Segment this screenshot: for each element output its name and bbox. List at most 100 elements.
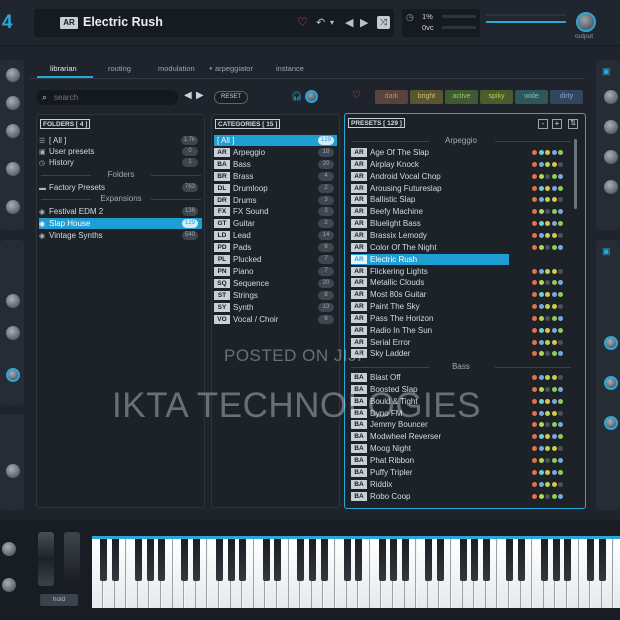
category-item[interactable]: BA Bass 20 xyxy=(214,159,337,170)
black-key[interactable] xyxy=(262,539,270,581)
black-key[interactable] xyxy=(459,539,467,581)
side-knob[interactable] xyxy=(604,90,618,104)
side-knob[interactable] xyxy=(2,542,16,556)
search-box[interactable]: ⌕ xyxy=(36,90,178,105)
output-knob[interactable] xyxy=(576,12,596,32)
tag-filter-active[interactable]: active xyxy=(445,90,478,104)
category-item[interactable]: PD Pads 6 xyxy=(214,242,337,253)
side-knob-active[interactable] xyxy=(6,368,20,382)
category-item[interactable]: VO Vocal / Choir 6 xyxy=(214,314,337,325)
black-key[interactable] xyxy=(517,539,525,581)
tab-modulation[interactable]: modulation xyxy=(158,64,195,73)
preset-item[interactable]: AR Bluelight Bass xyxy=(351,218,576,229)
black-key[interactable] xyxy=(424,539,432,581)
preset-item[interactable]: AR Arousing Futureslap xyxy=(351,183,576,194)
category-item[interactable]: LD Lead 14 xyxy=(214,230,337,241)
preset-item[interactable]: AR Color Of The Night xyxy=(351,242,576,253)
preset-item[interactable]: AR Paint The Sky xyxy=(351,301,576,312)
preset-name[interactable]: Electric Rush xyxy=(83,15,163,29)
black-key[interactable] xyxy=(343,539,351,581)
black-key[interactable] xyxy=(111,539,119,581)
black-key[interactable] xyxy=(239,539,247,581)
black-key[interactable] xyxy=(146,539,154,581)
pitch-wheel[interactable] xyxy=(38,532,54,586)
black-key[interactable] xyxy=(158,539,166,581)
undo-icon[interactable]: ↶ xyxy=(316,16,325,29)
preset-item[interactable]: AR Age Of The Slap xyxy=(351,147,576,158)
side-knob-active[interactable] xyxy=(604,416,618,430)
tag-filter-dark[interactable]: dark xyxy=(375,90,408,104)
category-item[interactable]: [ All ] 129 xyxy=(214,135,337,146)
preset-item[interactable]: AR Android Vocal Chop xyxy=(351,171,576,182)
side-knob[interactable] xyxy=(6,162,20,176)
settings-gear-icon[interactable]: ▣ xyxy=(602,66,611,77)
preset-item[interactable]: AR Serial Error xyxy=(351,337,576,348)
category-item[interactable]: FX FX Sound 3 xyxy=(214,206,337,217)
category-item[interactable]: SY Synth 13 xyxy=(214,302,337,313)
tag-filter-spiky[interactable]: spiky xyxy=(480,90,513,104)
expansion-item-festival-edm-2[interactable]: ◉ Festival EDM 2 136 xyxy=(39,206,202,217)
black-key[interactable] xyxy=(482,539,490,581)
reset-button[interactable]: RESET xyxy=(214,91,248,104)
preset-item[interactable]: AR Beefy Machine xyxy=(351,206,576,217)
favorite-heart-icon[interactable]: ♡ xyxy=(297,15,308,29)
white-key[interactable] xyxy=(614,539,620,608)
side-knob[interactable] xyxy=(604,150,618,164)
preset-item[interactable]: AR Radio In The Sun xyxy=(351,325,576,336)
preset-item[interactable]: BA Blast Off xyxy=(351,372,576,383)
side-knob[interactable] xyxy=(6,464,20,478)
preset-item[interactable]: BA Puffy Tripler xyxy=(351,467,576,478)
preset-item[interactable]: BA Moog Night xyxy=(351,443,576,454)
black-key[interactable] xyxy=(598,539,606,581)
filter-next-icon[interactable]: ▶ xyxy=(196,90,204,101)
preset-item[interactable]: AR Most 80s Guitar xyxy=(351,289,576,300)
filter-prev-icon[interactable]: ◀ xyxy=(184,90,192,101)
tag-filter-wide[interactable]: wide xyxy=(515,90,548,104)
category-item[interactable]: AR Arpeggio 18 xyxy=(214,147,337,158)
side-knob-active[interactable] xyxy=(604,336,618,350)
expansion-item-vintage-synths[interactable]: ◉ Vintage Synths 540 xyxy=(39,230,202,241)
category-item[interactable]: DL Drumloop 2 xyxy=(214,183,337,194)
black-key[interactable] xyxy=(564,539,572,581)
side-knob[interactable] xyxy=(6,96,20,110)
mod-wheel[interactable] xyxy=(64,532,80,586)
tag-filter-bright[interactable]: bright xyxy=(410,90,443,104)
tag-filter-dirty[interactable]: dirty xyxy=(550,90,583,104)
black-key[interactable] xyxy=(378,539,386,581)
sort-button[interactable]: ⇅ xyxy=(568,119,578,129)
folder-item-factory-presets[interactable]: ▬ Factory Presets 763 xyxy=(39,182,202,193)
tab-arpeggiator[interactable]: arpeggiator xyxy=(215,64,253,73)
side-knob[interactable] xyxy=(6,68,20,82)
category-item[interactable]: DR Drums 3 xyxy=(214,195,337,206)
piano-keyboard[interactable] xyxy=(92,536,620,608)
next-preset-icon[interactable]: ▶ xyxy=(360,16,368,29)
search-input[interactable] xyxy=(54,91,172,104)
add-preset-button[interactable]: + xyxy=(552,119,562,129)
category-item[interactable]: GT Guitar 2 xyxy=(214,218,337,229)
folder-item-all[interactable]: ☰[ All ] 1.7k xyxy=(39,135,202,146)
hold-button[interactable]: hold xyxy=(40,594,78,606)
preset-item[interactable]: AR Sky Ladder xyxy=(351,348,576,359)
side-knob[interactable] xyxy=(604,180,618,194)
preset-item[interactable]: AR Metallic Clouds xyxy=(351,277,576,288)
black-key[interactable] xyxy=(471,539,479,581)
preset-item[interactable]: AR Ballistic Slap xyxy=(351,194,576,205)
black-key[interactable] xyxy=(355,539,363,581)
expansion-item-slap-house[interactable]: ◉ Slap House 129 xyxy=(39,218,202,229)
remove-preset-button[interactable]: - xyxy=(538,119,548,129)
black-key[interactable] xyxy=(540,539,548,581)
black-key[interactable] xyxy=(297,539,305,581)
category-item[interactable]: PL Plucked 7 xyxy=(214,254,337,265)
preset-item[interactable]: AR Airplay Knock xyxy=(351,159,576,170)
prev-preset-icon[interactable]: ◀ xyxy=(345,16,353,29)
side-knob[interactable] xyxy=(6,294,20,308)
preset-item[interactable]: BA Phat Ribbon xyxy=(351,455,576,466)
black-key[interactable] xyxy=(308,539,316,581)
black-key[interactable] xyxy=(216,539,224,581)
preset-item[interactable]: AR Flickering Lights xyxy=(351,266,576,277)
shuffle-icon[interactable]: ⤨ xyxy=(377,16,390,29)
preset-item[interactable]: AR Pass The Horizon xyxy=(351,313,576,324)
side-knob[interactable] xyxy=(6,124,20,138)
dropdown-chevron-icon[interactable]: ▾ xyxy=(330,18,334,27)
preset-item[interactable]: AR Brassix Lemody xyxy=(351,230,576,241)
